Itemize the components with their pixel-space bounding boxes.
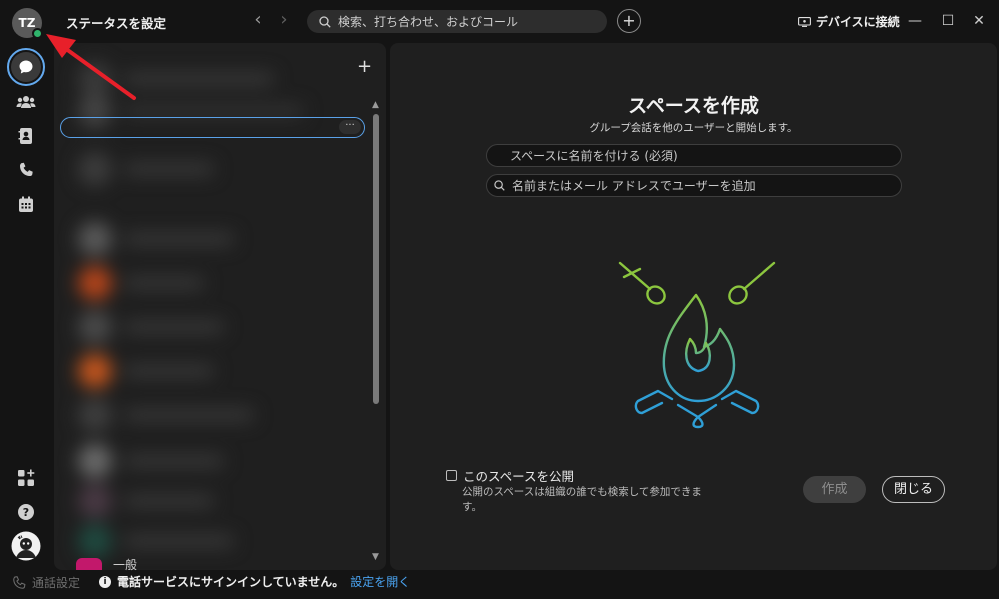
minimize-button[interactable]: — <box>902 8 928 34</box>
space-name-input[interactable]: スペースに名前を付ける (必須) <box>486 144 902 167</box>
forward-arrow-icon[interactable]: › <box>274 10 294 32</box>
list-item[interactable] <box>78 397 338 433</box>
avatar-initials: TZ <box>18 16 36 30</box>
svg-text:?: ? <box>23 506 29 519</box>
info-icon: i <box>99 575 111 588</box>
public-space-description: 公開のスペースは組織の誰でも検索して参加できます。 <box>462 486 702 513</box>
contacts-icon <box>18 128 32 144</box>
search-bar[interactable]: 検索、打ち合わせ、およびコール <box>307 10 607 33</box>
add-space-button[interactable]: + <box>357 56 372 77</box>
public-space-checkbox[interactable] <box>446 470 457 481</box>
rail-calling[interactable] <box>10 154 42 186</box>
maximize-button[interactable]: ☐ <box>935 8 961 34</box>
close-window-button[interactable]: ✕ <box>966 8 992 34</box>
user-avatar <box>11 531 41 561</box>
list-item[interactable] <box>78 221 338 257</box>
public-space-label[interactable]: このスペースを公開 <box>463 466 574 485</box>
public-space-option[interactable]: このスペースを公開 <box>446 466 574 485</box>
profile-avatar[interactable]: TZ <box>12 8 43 39</box>
list-scrollbar[interactable]: ▲ ▼ <box>370 100 382 568</box>
list-item[interactable] <box>78 309 338 345</box>
page-subtitle: グループ会話を他のユーザーと開始します。 <box>589 122 798 134</box>
rail-teams[interactable] <box>10 86 42 118</box>
list-item[interactable] <box>78 523 338 559</box>
more-options-button[interactable]: ··· <box>339 120 361 134</box>
annotation-arrow <box>46 34 136 100</box>
close-button[interactable]: 閉じる <box>882 476 945 503</box>
create-button[interactable]: 作成 <box>803 476 866 503</box>
list-item[interactable] <box>78 483 338 519</box>
search-placeholder: 検索、打ち合わせ、およびコール <box>338 15 519 29</box>
connect-device-button[interactable]: デバイスに接続 <box>798 13 900 30</box>
rail-add-apps[interactable] <box>10 462 42 494</box>
open-settings-link[interactable]: 設定を開く <box>350 573 410 590</box>
device-icon <box>798 16 811 27</box>
scroll-down-icon[interactable]: ▼ <box>372 552 379 562</box>
space-name-placeholder: スペースに名前を付ける (必須) <box>510 149 678 163</box>
status-bar: 通話設定 i 電話サービスにサインインしていません。 設定を開く <box>0 571 999 599</box>
list-item[interactable] <box>78 353 338 389</box>
create-space-panel: スペースを作成 グループ会話を他のユーザーと開始します。 スペースに名前を付ける… <box>390 43 997 570</box>
calendar-icon <box>19 196 33 212</box>
back-arrow-icon[interactable]: ‹ <box>248 10 268 32</box>
add-people-input[interactable]: 名前またはメール アドレスでユーザーを追加 <box>486 174 902 197</box>
messaging-icon <box>19 60 33 74</box>
add-apps-icon <box>18 469 35 486</box>
help-icon: ? <box>18 504 34 520</box>
page-title: スペースを作成 <box>628 95 759 117</box>
set-status-label[interactable]: ステータスを設定 <box>66 13 166 32</box>
search-icon <box>319 15 331 28</box>
left-navigation-rail: ? <box>0 42 52 572</box>
add-people-placeholder: 名前またはメール アドレスでユーザーを追加 <box>512 179 756 193</box>
search-icon <box>494 180 505 191</box>
connect-device-label: デバイスに接続 <box>816 15 900 29</box>
rail-calendar[interactable] <box>10 188 42 220</box>
title-bar: TZ ステータスを設定 ‹ › 検索、打ち合わせ、およびコール + デバイスに接… <box>0 0 999 42</box>
phone-service-notice: i 電話サービスにサインインしていません。 設定を開く <box>99 573 410 590</box>
list-item[interactable] <box>78 265 338 301</box>
call-settings-button[interactable]: 通話設定 <box>12 574 80 591</box>
campfire-illustration <box>618 261 776 429</box>
scroll-up-icon[interactable]: ▲ <box>372 100 379 110</box>
call-settings-label: 通話設定 <box>32 576 81 590</box>
scrollbar-thumb[interactable] <box>373 114 379 404</box>
list-item[interactable] <box>78 151 338 187</box>
rail-contacts[interactable] <box>10 120 42 152</box>
teams-icon <box>16 96 36 108</box>
selected-list-item[interactable]: ··· <box>60 117 365 138</box>
rail-help[interactable]: ? <box>10 496 42 528</box>
notice-message: 電話サービスにサインインしていません。 <box>117 575 345 589</box>
list-item[interactable] <box>78 443 338 479</box>
new-item-button[interactable]: + <box>617 9 641 33</box>
calling-icon <box>20 162 33 176</box>
space-avatar <box>76 558 102 570</box>
rail-user-avatar[interactable] <box>10 530 42 562</box>
call-settings-icon <box>13 575 26 589</box>
